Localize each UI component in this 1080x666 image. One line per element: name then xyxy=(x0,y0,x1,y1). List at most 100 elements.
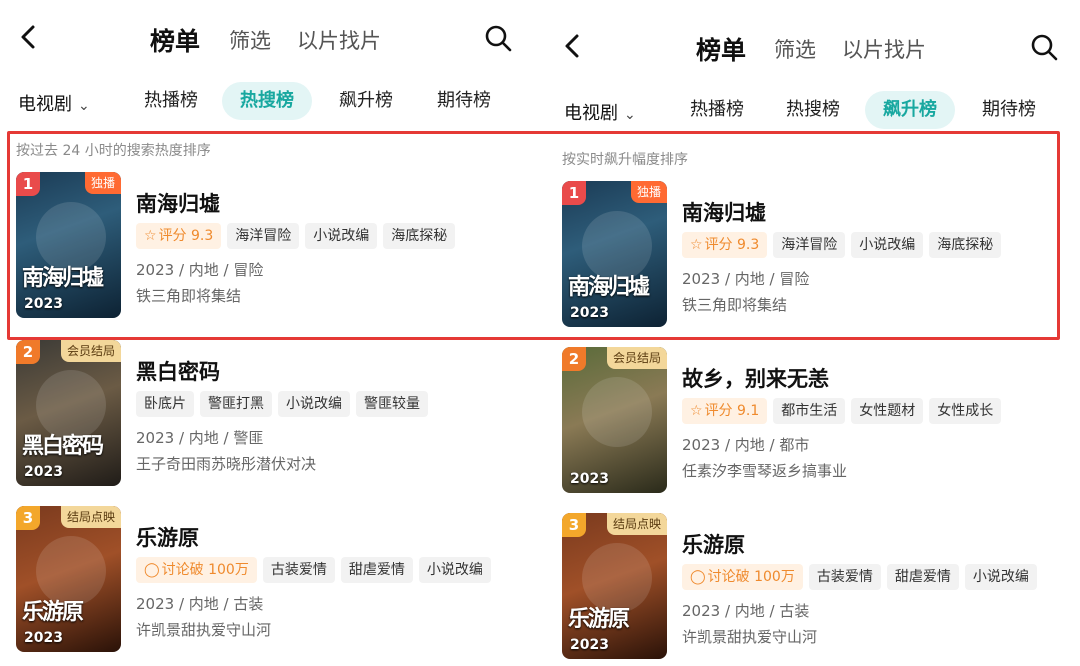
speech-bubble-icon: ◯ xyxy=(690,569,706,585)
chevron-down-icon: ⌄ xyxy=(624,107,636,123)
tab-rising[interactable]: 飙升榜 xyxy=(865,91,955,129)
tab-filter[interactable]: 筛选 xyxy=(229,25,271,55)
show-title[interactable]: 故乡，别来无恙 xyxy=(682,363,829,393)
exclusive-ribbon: 独播 xyxy=(84,172,121,194)
speech-bubble-icon: ◯ xyxy=(144,562,160,578)
poster-year: 2023 xyxy=(570,305,609,321)
category-dropdown[interactable]: 电视剧 ⌄ xyxy=(564,99,636,125)
show-description: 许凯景甜执爱守山河 xyxy=(136,621,272,639)
genre-tag[interactable]: 海底探秘 xyxy=(929,232,1002,258)
member-ending-ribbon: 会员结局 xyxy=(60,340,121,362)
chevron-down-icon: ⌄ xyxy=(78,98,90,114)
genre-tag[interactable]: 海洋冒险 xyxy=(773,232,846,258)
top-bar: 榜单 筛选 以片找片 xyxy=(540,19,1080,79)
poster-year: 2023 xyxy=(570,471,609,487)
search-icon[interactable] xyxy=(484,24,512,52)
show-meta: 2023 / 内地 / 冒险 xyxy=(136,261,264,279)
show-description: 任素汐李雪琴返乡搞事业 xyxy=(682,462,848,480)
poster-title-art: 乐游原 xyxy=(568,606,630,632)
back-icon[interactable] xyxy=(558,31,588,61)
tag-row: 卧底片 警匪打黑 小说改编 警匪较量 xyxy=(136,391,428,417)
star-outline-icon: ☆ xyxy=(690,237,703,253)
tag-row: ☆ 评分 9.1 都市生活 女性题材 女性成长 xyxy=(682,398,1002,424)
tab-hot-play[interactable]: 热播榜 xyxy=(672,91,762,129)
tab-filter[interactable]: 筛选 xyxy=(774,34,816,64)
sort-hint: 按实时飙升幅度排序 xyxy=(562,152,688,168)
list-item[interactable]: 南海归墟 1 独播 2023 南海归墟 ☆ 评分 9.3 海洋冒险 小说改编 海底… xyxy=(562,181,1080,331)
top-bar: 榜单 筛选 以片找片 xyxy=(0,10,540,70)
genre-tag[interactable]: 小说改编 xyxy=(278,391,350,417)
score-tag: ☆ 评分 9.1 xyxy=(682,398,768,424)
tag-row: ◯ 讨论破 100万 古装爱情 甜虐爱情 小说改编 xyxy=(682,564,1037,590)
rank-badge: 3 xyxy=(562,513,586,537)
list-item[interactable]: 黑白密码 2 会员结局 2023 黑白密码 卧底片 警匪打黑 小说改编 警匪较量… xyxy=(16,340,540,490)
genre-tag[interactable]: 女性成长 xyxy=(929,398,1002,424)
finale-preview-ribbon: 结局点映 xyxy=(60,506,121,528)
finale-preview-ribbon: 结局点映 xyxy=(606,513,667,535)
tab-anticipated[interactable]: 期待榜 xyxy=(419,82,509,120)
genre-tag[interactable]: 小说改编 xyxy=(851,232,924,258)
genre-tag[interactable]: 小说改编 xyxy=(964,564,1037,590)
show-description: 铁三角即将集结 xyxy=(682,296,788,314)
show-title[interactable]: 南海归墟 xyxy=(682,197,766,227)
tab-find-by-film[interactable]: 以片找片 xyxy=(842,34,926,64)
search-icon[interactable] xyxy=(1030,33,1058,61)
poster-year: 2023 xyxy=(24,630,63,646)
member-ending-ribbon: 会员结局 xyxy=(606,347,667,369)
tab-hot-search[interactable]: 热搜榜 xyxy=(768,91,858,129)
genre-tag[interactable]: 女性题材 xyxy=(851,398,924,424)
star-outline-icon: ☆ xyxy=(690,403,703,419)
tab-anticipated[interactable]: 期待榜 xyxy=(964,91,1054,129)
tab-find-by-film[interactable]: 以片找片 xyxy=(297,25,381,55)
genre-tag[interactable]: 卧底片 xyxy=(136,391,194,417)
poster-image: 南海归墟 1 独播 2023 xyxy=(16,172,121,318)
left-panel: 榜单 筛选 以片找片 电视剧 ⌄ 热播榜 热搜榜 飙升榜 期待榜 按过去 24 小… xyxy=(0,0,540,666)
show-meta: 2023 / 内地 / 古装 xyxy=(136,595,264,613)
poster-image: 黑白密码 2 会员结局 2023 xyxy=(16,340,121,486)
genre-tag[interactable]: 古装爱情 xyxy=(262,557,335,583)
back-icon[interactable] xyxy=(14,22,44,52)
list-item[interactable]: 2 会员结局 2023 故乡，别来无恙 ☆ 评分 9.1 都市生活 女性题材 女性… xyxy=(562,347,1080,497)
sort-hint: 按过去 24 小时的搜索热度排序 xyxy=(16,143,211,159)
rank-badge: 2 xyxy=(562,347,586,371)
show-title[interactable]: 乐游原 xyxy=(682,529,745,559)
list-item[interactable]: 南海归墟 1 独播 2023 南海归墟 ☆ 评分 9.3 海洋冒险 小说改编 海底… xyxy=(16,172,540,322)
show-meta: 2023 / 内地 / 冒险 xyxy=(682,270,810,288)
genre-tag[interactable]: 警匪较量 xyxy=(356,391,428,417)
show-description: 铁三角即将集结 xyxy=(136,287,242,305)
poster-image: 乐游原 3 结局点映 2023 xyxy=(562,513,667,659)
tab-hot-search[interactable]: 热搜榜 xyxy=(222,82,312,120)
category-row: 电视剧 ⌄ 热播榜 热搜榜 飙升榜 期待榜 xyxy=(0,82,540,122)
tag-row: ☆ 评分 9.3 海洋冒险 小说改编 海底探秘 xyxy=(682,232,1002,258)
show-title[interactable]: 黑白密码 xyxy=(136,356,220,386)
show-title[interactable]: 南海归墟 xyxy=(136,188,220,218)
genre-tag[interactable]: 都市生活 xyxy=(773,398,846,424)
list-item[interactable]: 乐游原 3 结局点映 2023 乐游原 ◯ 讨论破 100万 古装爱情 甜虐爱情 … xyxy=(562,513,1080,663)
right-panel: 榜单 筛选 以片找片 电视剧 ⌄ 热播榜 热搜榜 飙升榜 期待榜 按实时飙升幅度排… xyxy=(540,0,1080,666)
rank-badge: 2 xyxy=(16,340,40,364)
poster-year: 2023 xyxy=(24,296,63,312)
page-title[interactable]: 榜单 xyxy=(696,31,746,67)
rank-badge: 1 xyxy=(562,181,586,205)
tab-hot-play[interactable]: 热播榜 xyxy=(126,82,216,120)
genre-tag[interactable]: 甜虐爱情 xyxy=(886,564,959,590)
poster-year: 2023 xyxy=(24,464,63,480)
genre-tag[interactable]: 古装爱情 xyxy=(808,564,881,590)
poster-title-art: 乐游原 xyxy=(22,599,84,625)
show-title[interactable]: 乐游原 xyxy=(136,522,199,552)
page-title[interactable]: 榜单 xyxy=(150,22,200,58)
genre-tag[interactable]: 海洋冒险 xyxy=(227,223,300,249)
star-outline-icon: ☆ xyxy=(144,228,157,244)
show-meta: 2023 / 内地 / 都市 xyxy=(682,436,810,454)
rank-badge: 3 xyxy=(16,506,40,530)
category-label: 电视剧 xyxy=(18,94,72,115)
category-dropdown[interactable]: 电视剧 ⌄ xyxy=(18,90,90,116)
tab-rising[interactable]: 飙升榜 xyxy=(321,82,411,120)
list-item[interactable]: 乐游原 3 结局点映 2023 乐游原 ◯ 讨论破 100万 古装爱情 甜虐爱情 … xyxy=(16,506,540,656)
genre-tag[interactable]: 小说改编 xyxy=(418,557,491,583)
genre-tag[interactable]: 海底探秘 xyxy=(383,223,456,249)
exclusive-ribbon: 独播 xyxy=(630,181,667,203)
genre-tag[interactable]: 甜虐爱情 xyxy=(340,557,413,583)
genre-tag[interactable]: 小说改编 xyxy=(305,223,378,249)
genre-tag[interactable]: 警匪打黑 xyxy=(200,391,272,417)
